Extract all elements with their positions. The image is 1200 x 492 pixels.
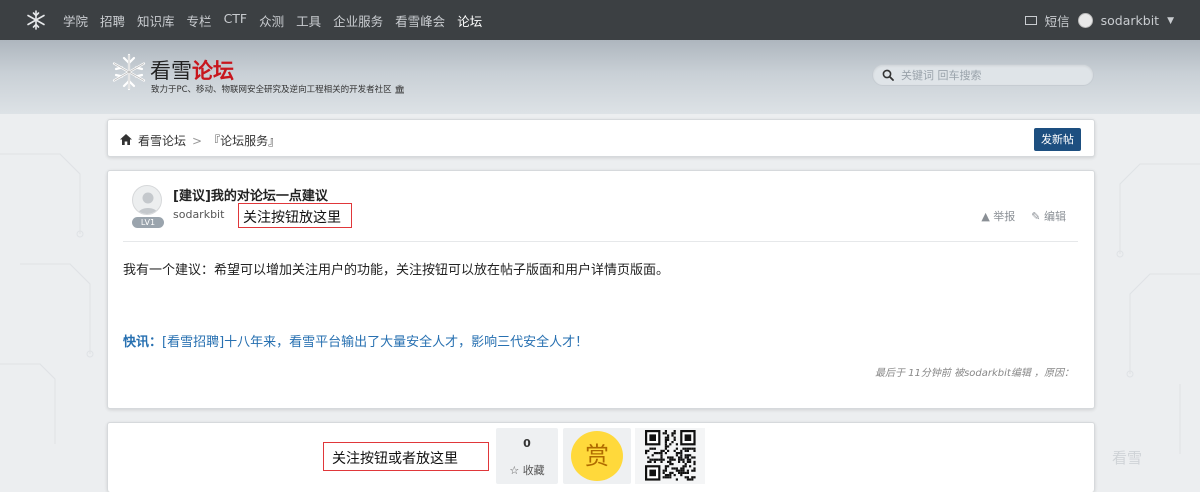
breadcrumb-section[interactable]: 『论坛服务』 bbox=[208, 132, 280, 149]
nav-link-knowledge[interactable]: 知识库 bbox=[137, 11, 175, 30]
snowflake-logo-icon[interactable] bbox=[26, 10, 46, 30]
favorite-label: ☆ 收藏 bbox=[509, 464, 545, 477]
username-menu[interactable]: sodarkbit bbox=[1101, 13, 1159, 28]
post-tools: ▲ 举报 ✎ 编辑 bbox=[981, 208, 1066, 224]
watermark: 看雪 bbox=[1112, 449, 1143, 467]
caret-down-icon[interactable]: ▼ bbox=[1167, 16, 1174, 26]
messages-link[interactable]: 短信 bbox=[1045, 11, 1070, 30]
nav-link-forum[interactable]: 论坛 bbox=[457, 11, 482, 30]
edit-meta: 最后于 11分钟前 被sodarkbit编辑 ，原因： bbox=[874, 368, 1074, 379]
snowflake-brand-icon bbox=[112, 53, 146, 91]
nav-link-crowdtest[interactable]: 众测 bbox=[259, 11, 284, 30]
search-icon bbox=[882, 69, 894, 81]
report-link[interactable]: ▲ 举报 bbox=[981, 208, 1015, 224]
search-box[interactable] bbox=[872, 64, 1094, 86]
star-icon: ☆ bbox=[509, 464, 520, 477]
news-flash[interactable]: 快讯：[看雪招聘]十八年来，看雪平台输出了大量安全人才，影响三代安全人才！ bbox=[123, 331, 588, 350]
breadcrumb: 看雪论坛 > 『论坛服务』 bbox=[120, 132, 280, 149]
nav-link-summit[interactable]: 看雪峰会 bbox=[395, 11, 445, 30]
user-avatar[interactable] bbox=[1077, 13, 1093, 28]
breadcrumb-bar: 看雪论坛 > 『论坛服务』 发新帖 bbox=[107, 119, 1095, 157]
brand-slogan: 致力于PC、移动、物联网安全研究及逆向工程相关的开发者社区 🏛 bbox=[151, 85, 406, 95]
user-area: 短信 sodarkbit ▼ bbox=[1024, 11, 1174, 30]
post-title: [建议]我的对论坛一点建议 bbox=[173, 189, 328, 204]
reward-icon: 赏 bbox=[571, 431, 623, 481]
top-nav-bar: 学院 招聘 知识库 专栏 CTF 众测 工具 企业服务 看雪峰会 论坛 短信 s… bbox=[0, 0, 1200, 40]
warning-icon: ▲ bbox=[981, 210, 990, 223]
follow-button-annotation-2: 关注按钮或者放这里 bbox=[323, 442, 489, 471]
nav-link-ctf[interactable]: CTF bbox=[224, 11, 248, 30]
user-silhouette-icon bbox=[138, 192, 158, 214]
nav-links: 学院 招聘 知识库 专栏 CTF 众测 工具 企业服务 看雪峰会 论坛 bbox=[63, 11, 482, 30]
level-badge: LV1 bbox=[132, 217, 164, 228]
edit-link[interactable]: ✎ 编辑 bbox=[1031, 208, 1066, 224]
post-body: 我有一个建议：希望可以增加关注用户的功能，关注按钮可以放在帖子版面和用户详情页版… bbox=[123, 263, 670, 278]
edit-icon: ✎ bbox=[1031, 210, 1041, 223]
brand-title: 看雪论坛 bbox=[150, 59, 234, 83]
nav-link-academy[interactable]: 学院 bbox=[63, 11, 88, 30]
follow-button-annotation: 关注按钮放这里 bbox=[238, 203, 352, 228]
post-card: LV1 [建议]我的对论坛一点建议 sodarkbit 关注按钮放这里 ▲ 举报… bbox=[107, 170, 1095, 409]
post-author[interactable]: sodarkbit bbox=[173, 208, 224, 221]
breadcrumb-home[interactable]: 看雪论坛 bbox=[138, 132, 186, 149]
new-post-button[interactable]: 发新帖 bbox=[1034, 128, 1081, 151]
nav-link-columns[interactable]: 专栏 bbox=[187, 11, 212, 30]
nav-link-enterprise[interactable]: 企业服务 bbox=[333, 11, 383, 30]
divider bbox=[123, 241, 1078, 242]
post-actions-card: 关注按钮或者放这里 0 ☆ 收藏 赏 bbox=[107, 422, 1095, 492]
nav-link-jobs[interactable]: 招聘 bbox=[100, 11, 125, 30]
mail-icon[interactable] bbox=[1024, 16, 1037, 25]
favorite-button[interactable]: 0 ☆ 收藏 bbox=[496, 428, 558, 484]
reward-button[interactable]: 赏 bbox=[563, 428, 631, 484]
qr-code bbox=[635, 428, 705, 484]
author-avatar[interactable] bbox=[132, 185, 162, 215]
bank-icon: 🏛 bbox=[394, 85, 406, 95]
search-input[interactable] bbox=[901, 67, 1081, 83]
breadcrumb-separator: > bbox=[192, 133, 203, 148]
nav-link-tools[interactable]: 工具 bbox=[296, 11, 321, 30]
home-icon[interactable] bbox=[120, 133, 132, 148]
favorite-count: 0 bbox=[523, 437, 531, 450]
